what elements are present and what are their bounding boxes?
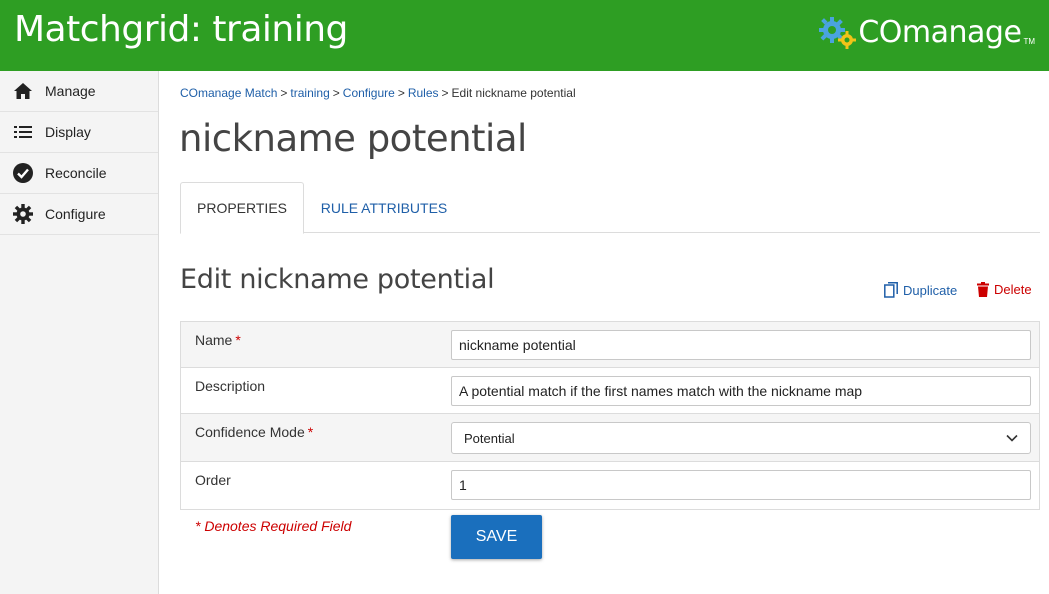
sidebar-item-configure[interactable]: Configure — [0, 194, 158, 235]
duplicate-icon — [884, 282, 898, 298]
sidebar-item-display[interactable]: Display — [0, 112, 158, 153]
breadcrumb-current: Edit nickname potential — [451, 86, 576, 100]
comanage-logo[interactable]: COmanage TM — [818, 12, 1035, 52]
breadcrumb-separator: > — [397, 86, 405, 100]
chevron-down-icon — [1006, 434, 1018, 442]
breadcrumb-separator: > — [280, 86, 288, 100]
breadcrumb-separator: > — [332, 86, 340, 100]
logo-text: COmanage — [858, 14, 1022, 50]
sidebar-item-label: Configure — [45, 206, 106, 222]
description-label: Description — [195, 378, 266, 394]
form-row-order: Order 1 — [181, 462, 1039, 509]
edit-rule-form: Name * nickname potential Description A p… — [180, 321, 1040, 510]
required-marker: * — [235, 332, 241, 348]
sidebar-item-reconcile[interactable]: Reconcile — [0, 153, 158, 194]
form-row-name: Name * nickname potential — [181, 322, 1039, 368]
tab-properties[interactable]: PROPERTIES — [180, 182, 304, 234]
confidence-mode-value: Potential — [464, 430, 515, 446]
confidence-mode-label-text: Confidence Mode — [195, 424, 305, 440]
trash-icon — [977, 282, 989, 297]
required-field-note: * Denotes Required Field — [195, 518, 352, 534]
sidebar: Manage Display Reconcile Configure — [0, 71, 159, 594]
delete-label: Delete — [994, 282, 1032, 297]
name-input[interactable]: nickname potential — [451, 330, 1031, 360]
breadcrumb-link-rules[interactable]: Rules — [408, 86, 439, 100]
delete-button[interactable]: Delete — [977, 282, 1032, 297]
gear-icon — [13, 204, 33, 224]
app-title: Matchgrid: training — [14, 9, 348, 50]
gears-logo-icon — [818, 14, 858, 50]
form-row-description: Description A potential match if the fir… — [181, 368, 1039, 414]
logo-trademark: TM — [1023, 37, 1035, 46]
breadcrumb: COmanage Match > training > Configure > Rules >… — [180, 86, 576, 100]
name-label: Name * — [181, 322, 451, 367]
breadcrumb-link-configure[interactable]: Configure — [343, 86, 395, 100]
home-icon — [13, 81, 33, 101]
name-label-text: Name — [195, 332, 233, 348]
tab-rule-attributes[interactable]: RULE ATTRIBUTES — [314, 182, 454, 233]
list-icon — [13, 122, 33, 142]
description-input[interactable]: A potential match if the first names mat… — [451, 376, 1031, 406]
duplicate-label: Duplicate — [903, 282, 958, 298]
order-label: Order — [195, 472, 231, 488]
page-title: nickname potential — [179, 117, 527, 160]
breadcrumb-link-home[interactable]: COmanage Match — [180, 86, 277, 100]
order-input[interactable]: 1 — [451, 470, 1031, 500]
breadcrumb-link-matchgrid[interactable]: training — [290, 86, 329, 100]
sidebar-item-label: Manage — [45, 83, 96, 99]
confidence-mode-select[interactable]: Potential — [451, 422, 1031, 454]
sidebar-item-manage[interactable]: Manage — [0, 71, 158, 112]
sidebar-item-label: Reconcile — [45, 165, 107, 181]
save-button[interactable]: SAVE — [451, 515, 542, 559]
breadcrumb-separator: > — [441, 86, 449, 100]
required-marker: * — [307, 424, 314, 440]
check-circle-icon — [13, 163, 33, 183]
tab-bar: PROPERTIES RULE ATTRIBUTES — [180, 182, 1040, 234]
sidebar-item-label: Display — [45, 124, 91, 140]
confidence-mode-label: Confidence Mode * — [181, 414, 451, 461]
duplicate-button[interactable]: Duplicate — [884, 282, 957, 298]
top-header-bar: Matchgrid: training COmanage TM — [0, 0, 1049, 71]
section-title: Edit nickname potential — [180, 264, 495, 295]
form-row-confidence-mode: Confidence Mode * Potential — [181, 414, 1039, 462]
